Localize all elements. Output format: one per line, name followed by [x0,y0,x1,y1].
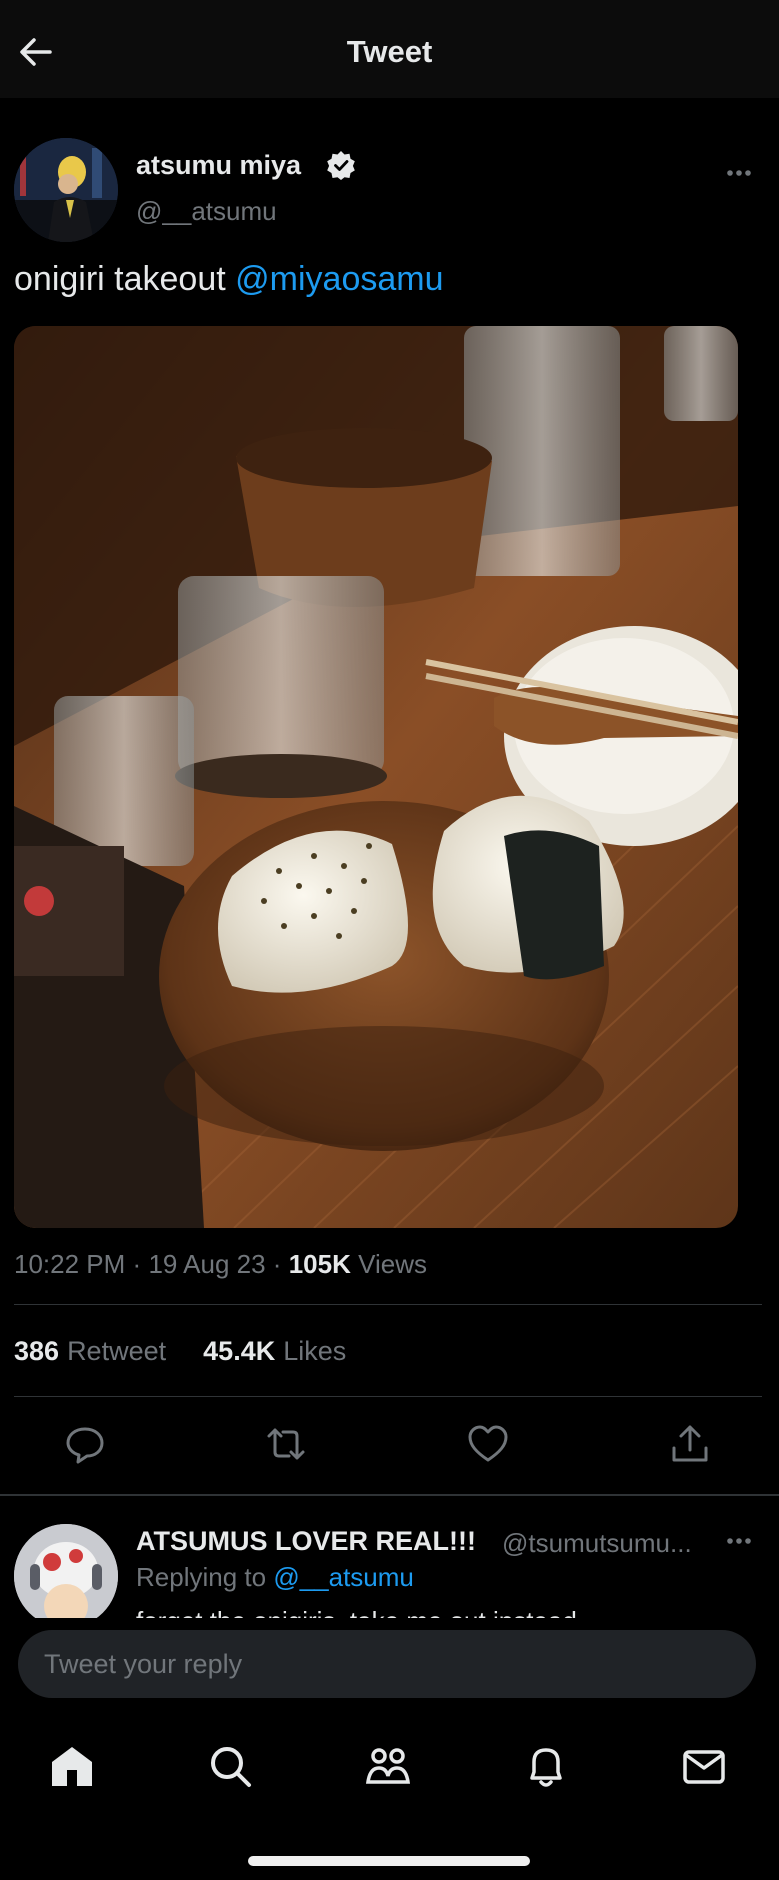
home-indicator [248,1856,530,1866]
tweet-text: onigiri takeout @miyaosamu [14,260,444,299]
tweet-time: 10:22 PM [14,1249,126,1279]
likes-stat[interactable]: 45.4K Likes [203,1336,346,1366]
more-options-icon[interactable] [724,1526,754,1556]
replying-to: Replying to @__atsumu [136,1562,414,1593]
onigiri-photo[interactable] [14,326,738,1228]
tweet-body: onigiri takeout [14,260,226,298]
divider [14,1304,762,1305]
reply-author-handle[interactable]: @tsumutsumu... [502,1528,692,1559]
author-handle[interactable]: @__atsumu [136,196,277,227]
views-count: 105K [288,1249,351,1279]
divider [14,1396,762,1397]
tweet-date: 19 Aug 23 [148,1249,266,1279]
reply-text: forget the onigiris, take me out instead [136,1604,577,1618]
messages-icon[interactable] [680,1742,728,1790]
home-icon[interactable] [48,1742,96,1790]
author-name[interactable]: atsumu miya [136,150,301,181]
meta-separator: · [272,1249,282,1279]
retweets-stat[interactable]: 386 Retweet [14,1336,166,1366]
tweet-meta: 10:22 PM · 19 Aug 23 · 105K Views [14,1249,427,1280]
verified-badge-icon [326,150,356,180]
top-bar: Tweet [0,0,779,98]
communities-icon[interactable] [364,1742,412,1790]
likes-label: Likes [283,1336,347,1366]
author-avatar[interactable] [14,138,118,242]
replying-to-label: Replying to [136,1562,267,1592]
divider [0,1494,779,1496]
more-options-icon[interactable] [724,158,754,188]
views-label: Views [358,1249,427,1279]
reply-input[interactable] [18,1630,756,1698]
share-icon[interactable] [668,1422,712,1466]
notifications-icon[interactable] [522,1742,570,1790]
retweet-label: Retweet [67,1336,167,1366]
reply-avatar[interactable] [14,1524,118,1628]
tweet-stats: 386 Retweet 45.4K Likes [14,1336,346,1367]
reply-author-name[interactable]: ATSUMUS LOVER REAL!!! [136,1526,476,1557]
search-icon[interactable] [206,1742,254,1790]
reply-icon[interactable] [63,1422,107,1466]
page-title: Tweet [346,34,433,69]
replying-to-handle[interactable]: @__atsumu [273,1562,414,1592]
likes-count: 45.4K [203,1336,276,1366]
like-icon[interactable] [466,1422,510,1466]
mention-link[interactable]: @miyaosamu [235,260,443,298]
retweet-icon[interactable] [264,1422,308,1466]
retweet-count: 386 [14,1336,60,1366]
meta-separator: · [132,1249,142,1279]
